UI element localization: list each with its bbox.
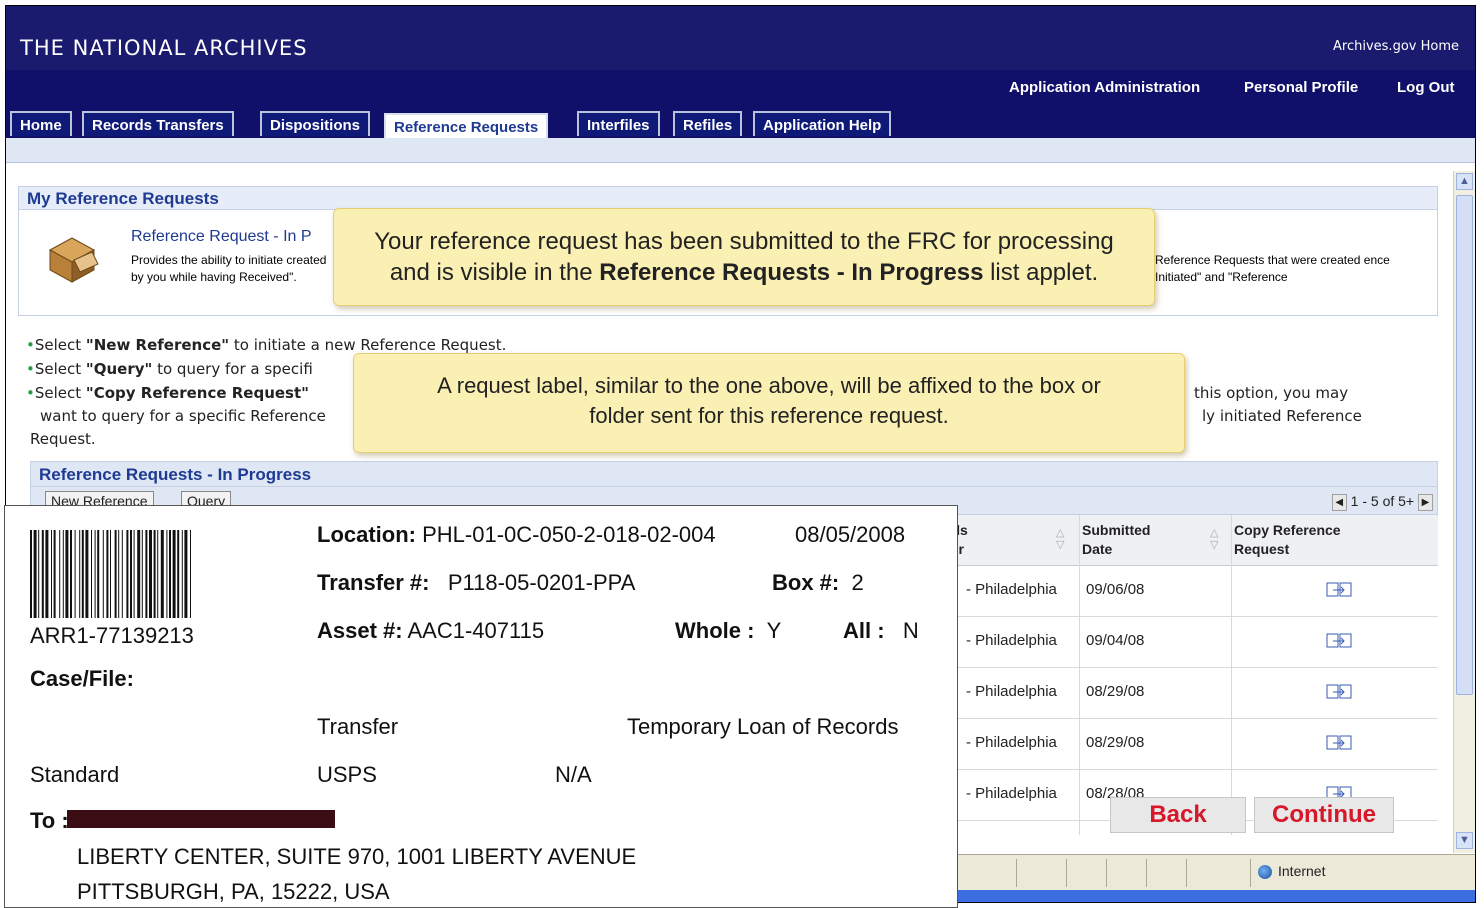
intro-title-link[interactable]: Reference Request - In P: [131, 228, 312, 246]
personal-profile-link[interactable]: Personal Profile: [1244, 79, 1358, 96]
col-copy-reference: Copy Reference Request: [1234, 522, 1341, 557]
barcode-image: [30, 530, 191, 618]
status-divider: [1186, 859, 1187, 887]
address-line-1: LIBERTY CENTER, SUITE 970, 1001 LIBERTY …: [77, 844, 637, 869]
sort-icon[interactable]: △ ▽: [1210, 527, 1226, 553]
in-progress-table: rdster △▽ SubmittedDate △▽ Copy Referenc…: [946, 515, 1438, 835]
pager: ◀ 1 - 5 of 5+ ▶: [1331, 491, 1433, 511]
priority: Standard: [30, 762, 120, 787]
intro-description-right: Reference Requests that were created enc…: [1155, 253, 1390, 284]
tab-home[interactable]: Home: [10, 111, 72, 136]
submitted-date-cell: 08/29/08: [1086, 683, 1145, 700]
archives-home-link[interactable]: Archives.gov Home: [1333, 39, 1459, 54]
tab-application-help[interactable]: Application Help: [753, 111, 892, 136]
log-out-link[interactable]: Log Out: [1397, 79, 1454, 96]
sort-icon[interactable]: △ ▽: [1056, 527, 1072, 553]
copy-icon[interactable]: [1324, 733, 1356, 753]
records-center-cell: - Philadelphia: [966, 683, 1057, 700]
callout-line: A request label, similar to the one abov…: [437, 373, 1101, 398]
barcode-text: ARR1-77139213: [30, 623, 194, 648]
user-links-bar: Application Administration Personal Prof…: [6, 70, 1475, 106]
carrier: USPS: [317, 762, 377, 787]
callout-line: and is visible in the Reference Requests…: [389, 259, 1099, 286]
to-label: To :: [30, 808, 69, 833]
tab-dispositions[interactable]: Dispositions: [260, 111, 371, 136]
scroll-down-icon[interactable]: ▼: [1456, 832, 1473, 849]
in-progress-list-header: Reference Requests - In Progress: [30, 461, 1438, 487]
box-number: Box #: 2: [772, 570, 864, 595]
transfer-number: Transfer #: P118-05-0201-PPA: [317, 570, 636, 595]
location: Location: PHL-01-0C-050-2-018-02-004: [317, 522, 716, 547]
intro-description: Provides the ability to initiate created…: [131, 253, 327, 284]
application-administration-link[interactable]: Application Administration: [1009, 79, 1200, 96]
table-row[interactable]: - Philadelphia 09/04/08: [946, 617, 1438, 668]
records-center-cell: - Philadelphia: [966, 734, 1057, 751]
label-callout: A request label, similar to the one abov…: [353, 353, 1185, 453]
submitted-date-cell: 09/04/08: [1086, 632, 1145, 649]
instruction-query: •Select "Query" to query for a specifi: [26, 360, 313, 378]
address-line-2: PITTSBURGH, PA, 15222, USA: [77, 879, 390, 904]
records-center-cell: - Philadelphia: [966, 632, 1057, 649]
tab-refiles[interactable]: Refiles: [673, 111, 743, 136]
submitted-date-cell: 08/29/08: [1086, 734, 1145, 751]
whole-flag: Whole : Y: [675, 618, 782, 643]
case-file-label: Case/File:: [30, 666, 134, 691]
scroll-up-icon[interactable]: ▲: [1456, 173, 1473, 190]
instruction-copy-right: this option, you may: [1194, 384, 1349, 402]
submitted-date-cell: 09/06/08: [1086, 581, 1145, 598]
copy-icon[interactable]: [1324, 682, 1356, 702]
status-divider: [1066, 859, 1067, 887]
col-submitted-date[interactable]: Submitted Date: [1082, 521, 1150, 559]
instruction-initiated: ly initiated Reference: [1202, 407, 1362, 425]
tracking-na: N/A: [555, 762, 592, 787]
list-title: Reference Requests - In Progress: [39, 465, 312, 484]
instruction-copy: •Select "Copy Reference Request": [26, 384, 309, 402]
callout-line: folder sent for this reference request.: [589, 403, 949, 428]
back-button[interactable]: Back: [1110, 797, 1246, 833]
table-row[interactable]: - Philadelphia 08/29/08: [946, 668, 1438, 719]
status-divider: [1146, 859, 1147, 887]
tab-interfiles[interactable]: Interfiles: [577, 111, 660, 136]
tab-reference-requests[interactable]: Reference Requests: [384, 113, 549, 138]
asset-number: Asset #: AAC1-407115: [317, 618, 545, 643]
sub-navigation-bar: [6, 138, 1475, 163]
section-title: My Reference Requests: [27, 189, 219, 208]
table-row[interactable]: - Philadelphia 09/06/08: [946, 566, 1438, 617]
next-page-icon[interactable]: ▶: [1418, 493, 1433, 511]
site-header: THE NATIONAL ARCHIVES Archives.gov Home: [6, 6, 1475, 70]
table-header: rdster △▽ SubmittedDate △▽ Copy Referenc…: [946, 515, 1438, 566]
pager-text: 1 - 5 of 5+: [1350, 493, 1415, 509]
scroll-thumb[interactable]: [1456, 195, 1473, 695]
instruction-query-specific: want to query for a specific Reference: [40, 407, 326, 425]
table-row[interactable]: - Philadelphia 08/29/08: [946, 719, 1438, 770]
tab-records-transfers[interactable]: Records Transfers: [82, 111, 234, 136]
label-date: 08/05/2008: [795, 522, 906, 547]
records-center-cell: - Philadelphia: [966, 785, 1057, 802]
my-reference-requests-header: My Reference Requests: [18, 186, 1438, 210]
copy-icon[interactable]: [1324, 631, 1356, 651]
request-label: ARR1-77139213 Location: PHL-01-0C-050-2-…: [4, 505, 958, 908]
box-icon: [48, 237, 99, 283]
redacted-recipient: [67, 810, 335, 828]
status-divider: [1250, 859, 1251, 887]
copy-icon[interactable]: [1324, 580, 1356, 600]
submitted-callout: Your reference request has been submitte…: [333, 208, 1155, 306]
security-zone: Internet: [1258, 863, 1325, 880]
main-tabs: Home Records Transfers Dispositions Refe…: [6, 106, 1475, 138]
globe-icon: [1258, 865, 1272, 880]
status-divider: [1016, 859, 1017, 887]
vertical-scrollbar[interactable]: ▲ ▼: [1453, 171, 1475, 853]
instruction-request: Request.: [30, 430, 96, 448]
instruction-new-reference: •Select "New Reference" to initiate a ne…: [26, 336, 507, 354]
request-type: Transfer: [317, 714, 399, 739]
callout-line: Your reference request has been submitte…: [374, 228, 1114, 255]
request-purpose: Temporary Loan of Records: [627, 714, 899, 739]
status-divider: [1106, 859, 1107, 887]
continue-button[interactable]: Continue: [1254, 797, 1394, 833]
site-title: THE NATIONAL ARCHIVES: [20, 36, 308, 60]
prev-page-icon[interactable]: ◀: [1331, 493, 1347, 511]
records-center-cell: - Philadelphia: [966, 581, 1057, 598]
all-flag: All : N: [843, 618, 919, 643]
